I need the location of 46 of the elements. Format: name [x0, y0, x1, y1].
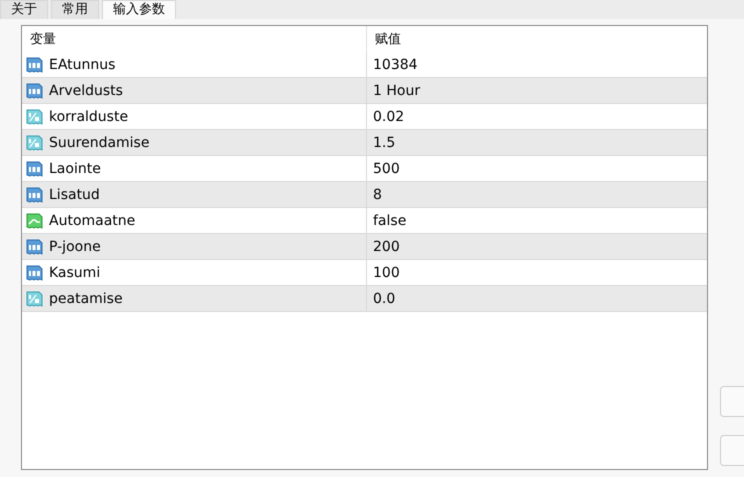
parameter-name: Kasumi: [49, 264, 100, 280]
parameter-name: Lisatud: [49, 186, 100, 202]
parameter-name: Arveldusts: [49, 82, 123, 98]
parameter-row[interactable]: EAtunnus 10384: [22, 52, 707, 78]
parameter-row[interactable]: Kasumi 100: [22, 260, 707, 286]
parameter-name: EAtunnus: [49, 56, 116, 72]
number-type-icon: [25, 185, 44, 204]
parameter-row[interactable]: Laointe 500: [22, 156, 707, 182]
parameter-name: peatamise: [49, 290, 123, 306]
parameter-name: Laointe: [49, 160, 101, 176]
tab[interactable]: 关于: [0, 0, 48, 19]
side-button[interactable]: [720, 386, 744, 417]
parameter-value[interactable]: 100: [367, 260, 707, 285]
parameter-row[interactable]: Lisatud 8: [22, 182, 707, 208]
parameter-value[interactable]: 0.02: [367, 104, 707, 129]
tab[interactable]: 输入参数: [102, 0, 176, 19]
parameter-row[interactable]: Arveldusts 1 Hour: [22, 78, 707, 104]
toggle-type-icon: [25, 211, 44, 230]
number-type-icon: [25, 237, 44, 256]
parameter-row[interactable]: Automaatne false: [22, 208, 707, 234]
parameter-value[interactable]: 0.0: [367, 286, 707, 311]
number-type-icon: [25, 159, 44, 178]
number-type-icon: [25, 289, 44, 308]
parameter-name: korralduste: [49, 108, 128, 124]
number-type-icon: [25, 81, 44, 100]
parameter-row[interactable]: P-joone 200: [22, 234, 707, 260]
parameter-value[interactable]: 1 Hour: [367, 78, 707, 103]
parameter-row[interactable]: korralduste 0.02: [22, 104, 707, 130]
parameter-value[interactable]: 1.5: [367, 130, 707, 155]
tab[interactable]: 常用: [51, 0, 99, 19]
parameter-value[interactable]: 10384: [367, 52, 707, 77]
number-type-icon: [25, 133, 44, 152]
number-type-icon: [25, 107, 44, 126]
number-type-icon: [25, 263, 44, 282]
parameter-name: P-joone: [49, 238, 101, 254]
number-type-icon: [25, 55, 44, 74]
parameter-value[interactable]: false: [367, 208, 707, 233]
parameter-value[interactable]: 200: [367, 234, 707, 259]
parameter-row[interactable]: peatamise 0.0: [22, 286, 707, 312]
parameter-name: Suurendamise: [49, 134, 150, 150]
parameter-value[interactable]: 500: [367, 156, 707, 181]
column-header[interactable]: 赋值: [367, 26, 707, 52]
parameter-value[interactable]: 8: [367, 182, 707, 207]
parameter-name: Automaatne: [49, 212, 136, 228]
parameter-row[interactable]: Suurendamise 1.5: [22, 130, 707, 156]
side-button[interactable]: [720, 435, 744, 466]
